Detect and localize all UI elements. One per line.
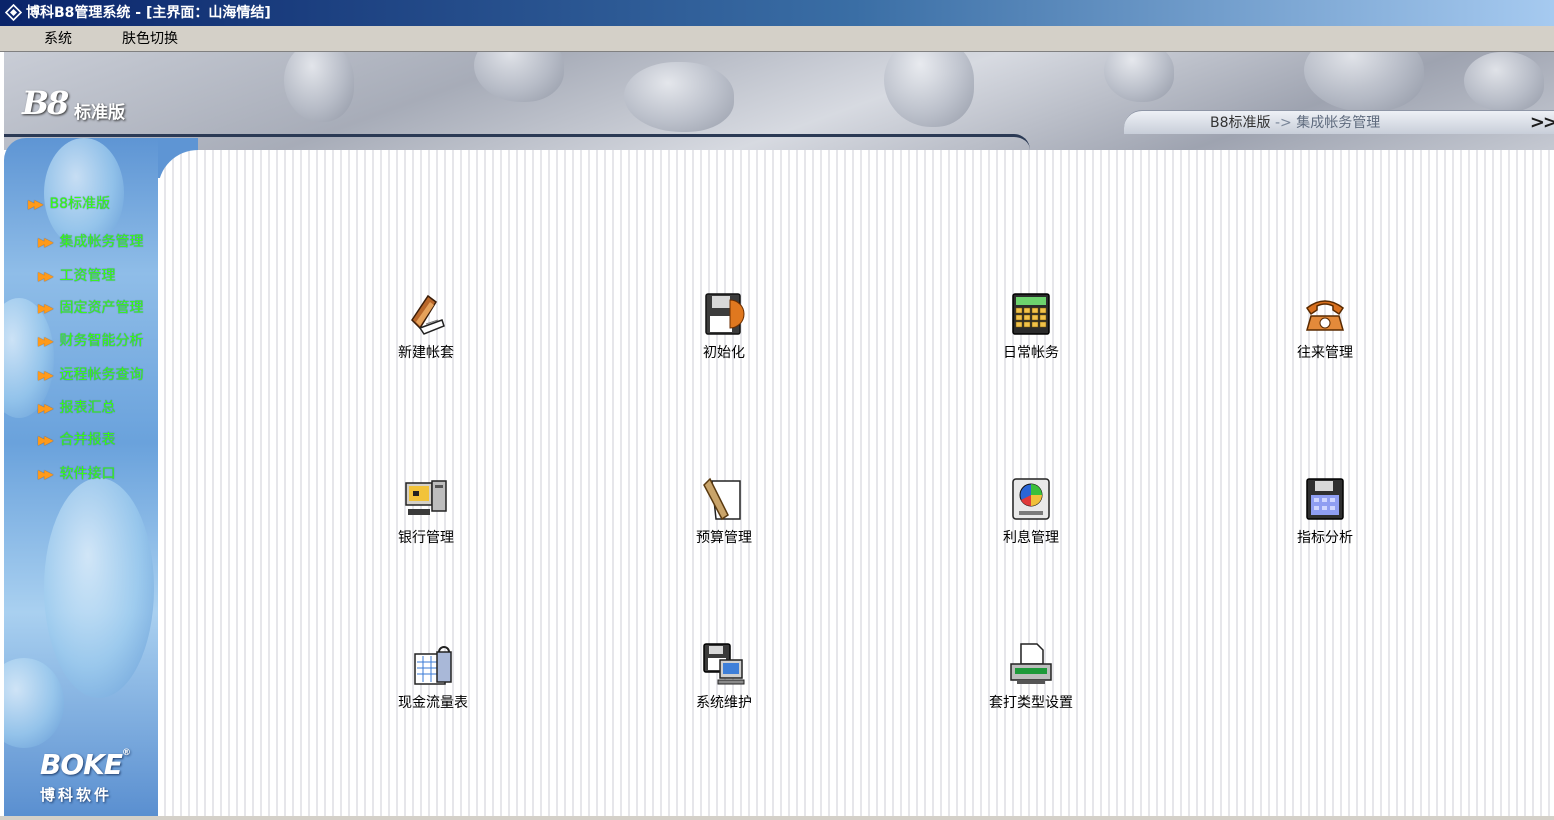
sidebar: ▶▶ B8标准版 ▶▶ 集成帐务管理 ▶▶ 工资管理 ▶▶ 固定资产管理 ▶▶ 财务智能分… — [4, 138, 158, 816]
double-arrow-icon: ▶▶ — [38, 368, 54, 382]
app-cash-flow-statement[interactable]: 现金流量表 — [368, 640, 498, 720]
app-print-template-settings[interactable]: 套打类型设置 — [966, 640, 1096, 720]
app-contacts-management[interactable]: 往来管理 — [1260, 290, 1390, 370]
app-logo-icon — [5, 4, 22, 21]
sidebar-item-software-interface[interactable]: ▶▶ 软件接口 — [38, 463, 115, 485]
app-label: 往来管理 — [1297, 345, 1353, 361]
calculator-icon — [1012, 293, 1050, 335]
app-label: 利息管理 — [1003, 530, 1059, 546]
product-edition: 标准版 — [74, 103, 125, 123]
sidebar-item-consolidated-report[interactable]: ▶▶ 合并报表 — [38, 429, 115, 451]
sidebar-item-b8-standard[interactable]: ▶▶ B8标准版 — [28, 193, 110, 215]
brand-subtitle: 博科软件 — [40, 786, 113, 804]
new-ledger-icon — [411, 294, 445, 335]
sidebar-item-report-summary[interactable]: ▶▶ 报表汇总 — [38, 397, 115, 419]
main-content: 新建帐套 初始化 日常帐务 往来管理 银行管理 预算管理 利息管理 指标分析 现… — [158, 150, 1554, 816]
double-arrow-icon: ▶▶ — [38, 334, 54, 348]
sidebar-item-payroll[interactable]: ▶▶ 工资管理 — [38, 265, 115, 287]
brand-logo: BOKE® — [40, 748, 131, 781]
app-daily-accounting[interactable]: 日常帐务 — [966, 290, 1096, 370]
title-bar: 博科B8管理系统 - [主界面：山海情结] — [0, 0, 1554, 26]
double-arrow-icon: ▶▶ — [38, 467, 54, 481]
app-label: 系统维护 — [696, 695, 752, 711]
double-arrow-icon: ▶▶ — [38, 235, 54, 249]
product-logo: B8 — [22, 84, 69, 122]
app-label: 新建帐套 — [398, 345, 454, 361]
double-arrow-icon: ▶▶ — [38, 269, 54, 283]
computer-icon — [405, 480, 447, 515]
app-budget-management[interactable]: 预算管理 — [659, 475, 789, 555]
menu-system[interactable]: 系统 — [40, 26, 76, 52]
window-title: 博科B8管理系统 - [主界面：山海情结] — [26, 5, 271, 21]
floppy-grid-icon — [1306, 478, 1344, 520]
app-bank-management[interactable]: 银行管理 — [361, 475, 491, 555]
telephone-icon — [1305, 300, 1345, 331]
cash-flow-icon — [414, 646, 452, 685]
breadcrumb-root[interactable]: B8标准版 — [1210, 115, 1271, 131]
sidebar-item-fixed-assets[interactable]: ▶▶ 固定资产管理 — [38, 297, 143, 319]
app-label: 日常帐务 — [1003, 345, 1059, 361]
breadcrumb: B8标准版 -> 集成帐务管理 >> — [1124, 110, 1554, 134]
window-bottom-border — [0, 816, 1554, 820]
breadcrumb-separator: -> — [1274, 115, 1292, 131]
app-label: 套打类型设置 — [989, 695, 1073, 711]
sidebar-item-financial-analysis[interactable]: ▶▶ 财务智能分析 — [38, 330, 143, 352]
app-label: 现金流量表 — [398, 695, 468, 711]
breadcrumb-current: 集成帐务管理 — [1296, 115, 1381, 131]
app-label: 指标分析 — [1297, 530, 1353, 546]
header-banner: B8 标准版 B8标准版 -> 集成帐务管理 >> — [4, 52, 1554, 150]
forward-arrows-icon[interactable]: >> — [1530, 111, 1554, 135]
clipboard-icon — [703, 477, 741, 521]
sidebar-item-remote-query[interactable]: ▶▶ 远程帐务查询 — [38, 364, 143, 386]
app-system-maintenance[interactable]: 系统维护 — [659, 640, 789, 720]
app-initialize[interactable]: 初始化 — [659, 290, 789, 370]
app-new-ledger[interactable]: 新建帐套 — [361, 290, 491, 370]
app-indicator-analysis[interactable]: 指标分析 — [1260, 475, 1390, 555]
pie-chart-icon — [1012, 478, 1050, 520]
menu-bar: 系统 肤色切换 — [0, 26, 1554, 52]
app-label: 初始化 — [703, 345, 745, 361]
double-arrow-icon: ▶▶ — [28, 197, 44, 211]
double-arrow-icon: ▶▶ — [38, 301, 54, 315]
double-arrow-icon: ▶▶ — [38, 401, 54, 415]
sidebar-nav: ▶▶ B8标准版 ▶▶ 集成帐务管理 ▶▶ 工资管理 ▶▶ 固定资产管理 ▶▶ 财务智能分… — [4, 138, 158, 538]
app-interest-management[interactable]: 利息管理 — [966, 475, 1096, 555]
menu-skin-switch[interactable]: 肤色切换 — [118, 26, 182, 52]
printer-icon — [1010, 643, 1052, 684]
app-label: 银行管理 — [398, 530, 454, 546]
sidebar-item-integrated-accounting[interactable]: ▶▶ 集成帐务管理 — [38, 231, 143, 253]
disk-init-icon — [705, 293, 745, 335]
system-maintenance-icon — [703, 643, 745, 685]
app-label: 预算管理 — [696, 530, 752, 546]
double-arrow-icon: ▶▶ — [38, 433, 54, 447]
